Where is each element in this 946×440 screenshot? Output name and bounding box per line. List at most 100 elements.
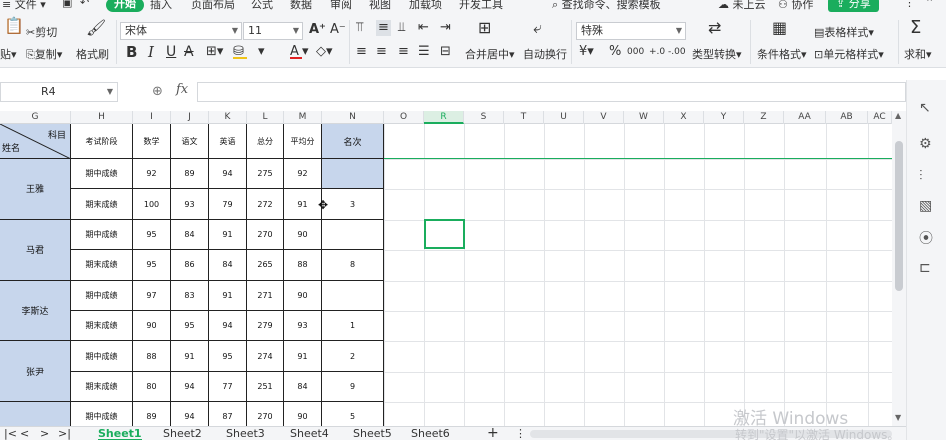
table-cell[interactable]: 88 xyxy=(133,341,171,372)
table-cell[interactable]: 97 xyxy=(133,280,171,311)
distributed-icon[interactable]: ⊟ xyxy=(440,44,451,60)
table-header-3[interactable]: 英语 xyxy=(209,124,247,159)
type-convert-icon[interactable]: ⇄ xyxy=(708,20,721,36)
borders-icon[interactable]: ⊞▾ xyxy=(206,44,223,60)
align-middle-icon[interactable]: ≡ xyxy=(376,20,391,36)
sheet-tab-sheet3[interactable]: Sheet3 xyxy=(226,427,265,440)
table-cell[interactable]: 88 xyxy=(284,250,322,281)
tab-data[interactable]: 数据 xyxy=(290,0,312,12)
table-cell[interactable]: 87 xyxy=(209,402,247,426)
decrease-decimal-icon[interactable]: -.00 xyxy=(668,44,686,60)
table-header-6[interactable]: 名次 xyxy=(322,124,384,159)
selected-cell[interactable] xyxy=(424,219,465,250)
scroll-down-icon[interactable]: ▼ xyxy=(895,413,901,422)
table-cell[interactable]: 期中成绩 xyxy=(71,280,133,311)
table-header-5[interactable]: 平均分 xyxy=(284,124,322,159)
format-painter-icon[interactable]: 🖌 xyxy=(86,20,106,36)
increase-decimal-icon[interactable]: +.0 xyxy=(649,44,665,60)
indent-increase-icon[interactable]: ⇥ xyxy=(440,20,451,36)
settings-icon[interactable]: ⚙ xyxy=(919,136,932,152)
sheet-tab-sheet5[interactable]: Sheet5 xyxy=(353,427,392,440)
table-cell[interactable]: 3 xyxy=(322,189,384,220)
table-cell[interactable]: 91 xyxy=(284,189,322,220)
table-cell[interactable]: 79 xyxy=(209,189,247,220)
column-header-O[interactable]: O xyxy=(384,111,424,124)
collapse-ribbon-icon[interactable]: ⌃ xyxy=(925,0,934,9)
indent-decrease-icon[interactable]: ⇤ xyxy=(418,20,429,36)
cut-button[interactable]: ✂剪切 xyxy=(26,24,57,40)
tab-review[interactable]: 审阅 xyxy=(330,0,352,12)
paste-icon[interactable]: 📋 xyxy=(4,18,24,34)
tab-start[interactable]: 开始 xyxy=(106,0,144,12)
student-name[interactable]: 王雅 xyxy=(0,159,71,220)
table-cell[interactable]: 95 xyxy=(133,250,171,281)
wrap-text-button[interactable]: 自动换行 xyxy=(523,46,567,62)
column-header-S[interactable]: S xyxy=(464,111,504,124)
table-cell[interactable]: 92 xyxy=(133,159,171,190)
fill-color-icon[interactable]: ⛁ xyxy=(233,44,247,59)
column-header-Y[interactable]: Y xyxy=(704,111,744,124)
font-name-select[interactable]: 宋体 ▼ xyxy=(120,22,242,40)
column-header-H[interactable]: H xyxy=(71,111,133,124)
copy-button[interactable]: ⎘复制▾ xyxy=(26,46,62,62)
clear-format-icon[interactable]: ◇▾ xyxy=(316,44,333,60)
table-cell[interactable]: 91 xyxy=(209,219,247,251)
table-cell[interactable]: 9 xyxy=(322,371,384,403)
table-header-4[interactable]: 总分 xyxy=(247,124,284,159)
book-icon[interactable]: ⊏ xyxy=(919,260,931,276)
header-diagonal-cell[interactable]: 科目 姓名 xyxy=(0,124,71,159)
bold-button[interactable]: B xyxy=(126,44,137,60)
table-cell[interactable]: 91 xyxy=(284,341,322,372)
table-cell[interactable]: 83 xyxy=(171,280,209,311)
tab-scroll-left-icon[interactable]: ⋮ xyxy=(515,427,526,440)
column-header-K[interactable]: K xyxy=(209,111,247,124)
tab-developer[interactable]: 开发工具 xyxy=(459,0,503,12)
student-name[interactable]: 张尹 xyxy=(0,341,71,403)
table-cell[interactable]: 期中成绩 xyxy=(71,341,133,372)
table-cell[interactable]: 270 xyxy=(247,402,284,426)
table-cell[interactable]: 期末成绩 xyxy=(71,371,133,403)
thousands-button[interactable]: 000 xyxy=(627,44,644,60)
table-cell[interactable]: 2 xyxy=(322,341,384,372)
table-header-1[interactable]: 数学 xyxy=(133,124,171,159)
table-cell[interactable]: 251 xyxy=(247,371,284,403)
paste-button[interactable]: 贴▾ xyxy=(0,46,17,62)
column-header-R[interactable]: R xyxy=(424,111,464,124)
table-cell[interactable]: 90 xyxy=(133,311,171,342)
table-style-button[interactable]: ▤表格样式▾ xyxy=(814,24,874,40)
conditional-format-button[interactable]: 条件格式▾ xyxy=(757,46,807,62)
currency-icon[interactable]: ¥▾ xyxy=(579,44,594,60)
table-cell[interactable]: 94 xyxy=(171,371,209,403)
table-cell[interactable]: 265 xyxy=(247,250,284,281)
save-icon[interactable]: ▣ xyxy=(62,0,72,9)
font-color-dropdown-icon[interactable]: ▾ xyxy=(302,44,309,60)
table-cell[interactable]: 77 xyxy=(209,371,247,403)
column-header-AB[interactable]: AB xyxy=(826,111,868,124)
wrap-text-icon[interactable]: ⤶ xyxy=(533,20,542,36)
table-cell[interactable]: 期中成绩 xyxy=(71,219,133,251)
tab-view[interactable]: 视图 xyxy=(369,0,391,12)
column-header-V[interactable]: V xyxy=(584,111,624,124)
table-cell[interactable]: 8 xyxy=(322,250,384,281)
column-header-G[interactable]: G xyxy=(0,111,71,124)
tab-addons[interactable]: 加载项 xyxy=(409,0,442,12)
percent-button[interactable]: % xyxy=(609,44,621,60)
sheet-tab-sheet2[interactable]: Sheet2 xyxy=(163,427,202,440)
column-header-X[interactable]: X xyxy=(664,111,704,124)
tab-formula[interactable]: 公式 xyxy=(251,0,273,12)
table-cell[interactable]: 272 xyxy=(247,189,284,220)
table-header-0[interactable]: 考试阶段 xyxy=(71,124,133,159)
table-cell[interactable]: 84 xyxy=(209,250,247,281)
cell-style-button[interactable]: ⊡单元格样式▾ xyxy=(814,46,884,62)
table-cell[interactable]: 94 xyxy=(209,311,247,342)
table-cell[interactable]: 86 xyxy=(171,250,209,281)
table-cell[interactable]: 274 xyxy=(247,341,284,372)
column-header-M[interactable]: M xyxy=(284,111,322,124)
tab-page-layout[interactable]: 页面布局 xyxy=(191,0,235,12)
tab-insert[interactable]: 插入 xyxy=(150,0,172,12)
sum-button[interactable]: 求和▾ xyxy=(904,46,932,62)
table-cell[interactable]: 期末成绩 xyxy=(71,189,133,220)
table-cell[interactable]: 270 xyxy=(247,219,284,251)
table-cell[interactable]: 90 xyxy=(284,219,322,251)
table-cell[interactable]: 89 xyxy=(133,402,171,426)
